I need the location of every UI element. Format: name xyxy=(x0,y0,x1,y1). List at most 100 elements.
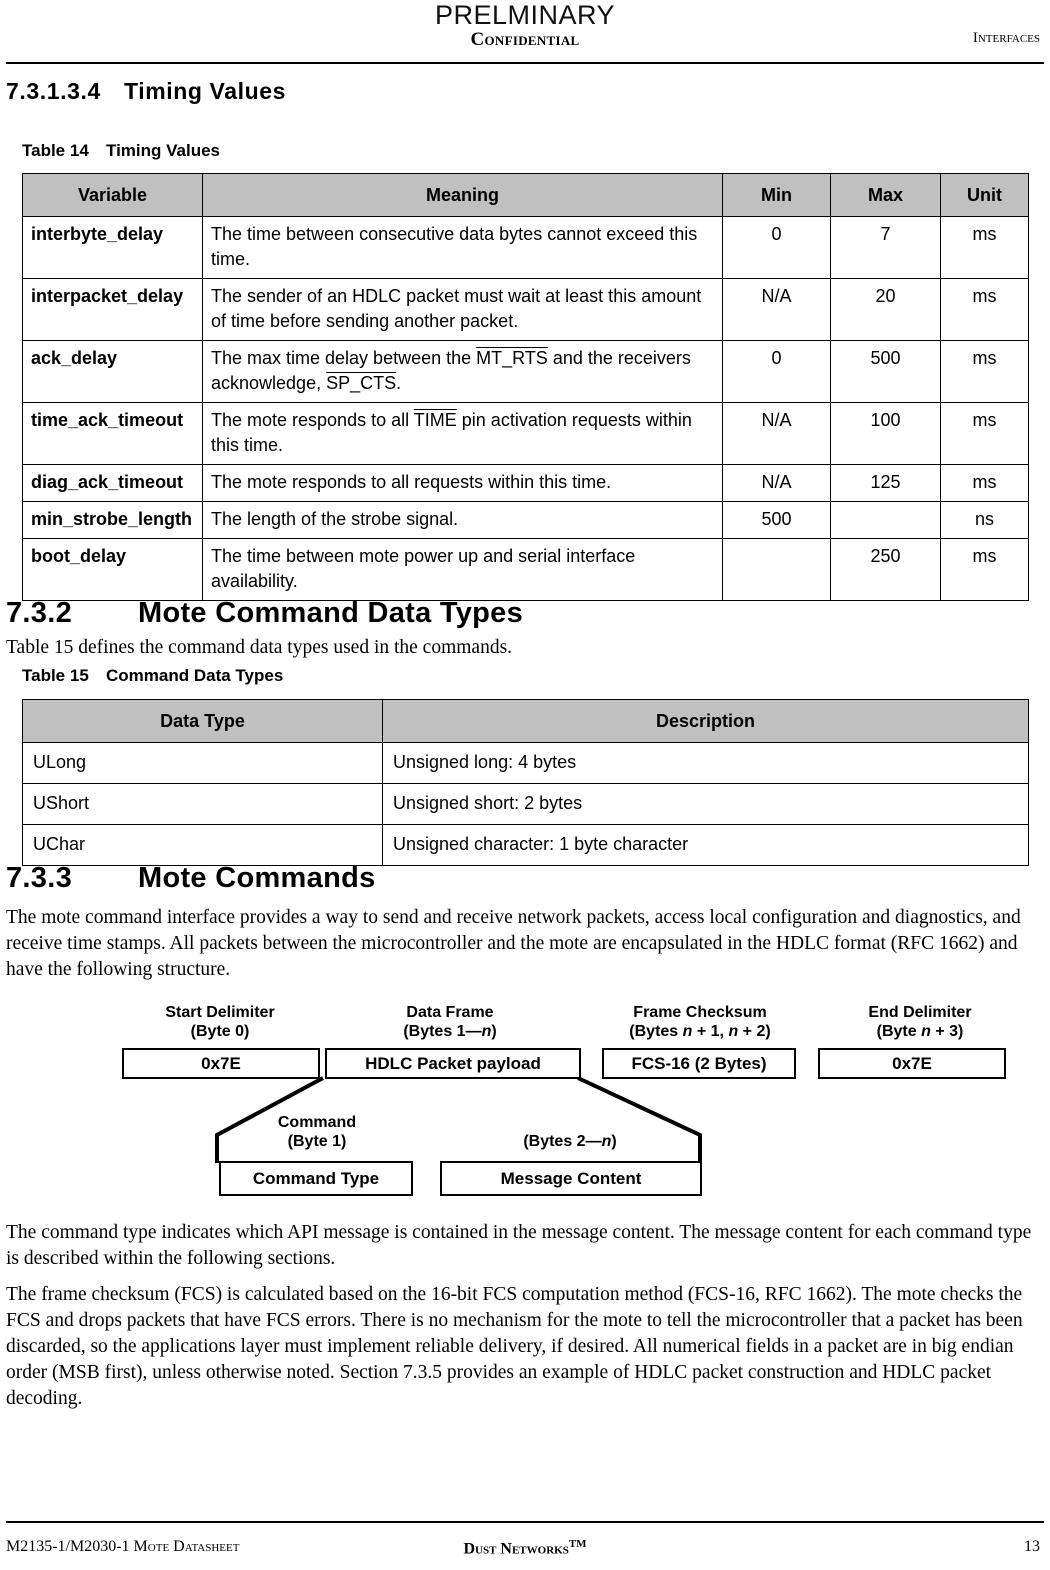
column-header-data-type: Data Type xyxy=(22,699,383,743)
cell-variable: diag_ack_timeout xyxy=(22,464,203,502)
heading-7-3-1-3-4: 7.3.1.3.4 Timing Values xyxy=(6,78,286,105)
field-label-text: End Delimiter xyxy=(868,1004,972,1021)
field-box-end-delimiter: 0x7E xyxy=(818,1048,1006,1079)
cell-variable: time_ack_timeout xyxy=(22,402,203,465)
cell-max: 100 xyxy=(830,402,941,465)
cell-min: N/A xyxy=(722,464,831,502)
cell-meaning: The mote responds to all TIME pin activa… xyxy=(202,402,723,465)
trademark-symbol: TM xyxy=(568,1538,587,1550)
table-command-data-types: Data Type Description ULong Unsigned lon… xyxy=(22,699,1029,866)
cell-max: 125 xyxy=(830,464,941,502)
table-header-row: Data Type Description xyxy=(22,699,1029,743)
field-label-frame-checksum: Frame Checksum (Bytes n + 1, n + 2) xyxy=(590,1003,810,1041)
table-row: UChar Unsigned character: 1 byte charact… xyxy=(22,824,1029,866)
cell-meaning: The time between consecutive data bytes … xyxy=(202,216,723,279)
field-label-data-frame: Data Frame (Bytes 1—n) xyxy=(330,1003,570,1041)
section-7-3-3-paragraph-2: The command type indicates which API mes… xyxy=(6,1222,1032,1269)
column-header-min: Min xyxy=(722,173,831,217)
field-label-text: Data Frame xyxy=(406,1004,494,1021)
meaning-text: The mote responds to all xyxy=(211,410,414,430)
heading-title: Mote Command Data Types xyxy=(138,597,524,629)
column-header-meaning: Meaning xyxy=(202,173,723,217)
field-range-text: (Byte n + 3) xyxy=(876,1023,964,1040)
cell-unit: ms xyxy=(940,402,1029,465)
field-label-text: Start Delimiter xyxy=(165,1004,275,1021)
table-14-caption: Table 14 Timing Values xyxy=(22,141,220,161)
hdlc-packet-structure-diagram: Start Delimiter (Byte 0) Data Frame (Byt… xyxy=(0,995,1050,1210)
table-row: min_strobe_length The length of the stro… xyxy=(22,501,1029,539)
subfield-range-text: (Byte 1) xyxy=(287,1133,347,1150)
cell-unit: ms xyxy=(940,464,1029,502)
cell-min: 0 xyxy=(722,216,831,279)
cell-variable: boot_delay xyxy=(22,538,203,601)
column-header-description: Description xyxy=(382,699,1029,743)
column-header-unit: Unit xyxy=(940,173,1029,217)
heading-number: 7.3.2 xyxy=(6,597,72,629)
field-label-start-delimiter: Start Delimiter (Byte 0) xyxy=(120,1003,320,1041)
signal-name-sp-cts: SP_CTS xyxy=(326,373,397,393)
signal-name-mt-rts: MT_RTS xyxy=(476,348,548,368)
field-box-frame-checksum: FCS-16 (2 Bytes) xyxy=(602,1048,796,1079)
table-row: ULong Unsigned long: 4 bytes xyxy=(22,742,1029,784)
table-row: UShort Unsigned short: 2 bytes xyxy=(22,783,1029,825)
field-box-data-frame: HDLC Packet payload xyxy=(325,1048,581,1079)
table-row: boot_delay The time between mote power u… xyxy=(22,538,1029,601)
cell-max: 500 xyxy=(830,340,941,403)
section-7-3-2-intro: Table 15 defines the command data types … xyxy=(6,637,513,658)
cell-meaning: The max time delay between the MT_RTS an… xyxy=(202,340,723,403)
cell-data-type: UChar xyxy=(22,824,383,866)
heading-7-3-3: 7.3.3 Mote Commands xyxy=(6,862,376,895)
column-header-variable: Variable xyxy=(22,173,203,217)
table-15-caption-number: Table 15 xyxy=(22,666,89,685)
running-head-section: Interfaces xyxy=(972,30,1040,46)
section-7-3-3-paragraph-3: The frame checksum (FCS) is calculated b… xyxy=(6,1284,1023,1409)
heading-title: Timing Values xyxy=(124,78,287,104)
cell-variable: interpacket_delay xyxy=(22,278,203,341)
heading-7-3-2: 7.3.2 Mote Command Data Types xyxy=(6,597,523,630)
cell-max: 7 xyxy=(830,216,941,279)
table-row: ack_delay The max time delay between the… xyxy=(22,340,1029,403)
subfield-box-command-type: Command Type xyxy=(219,1161,413,1196)
table-row: time_ack_timeout The mote responds to al… xyxy=(22,402,1029,465)
page-header: PRELMINARY Confidential Interfaces xyxy=(0,0,1050,62)
table-15-caption-title: Command Data Types xyxy=(106,666,284,685)
signal-name-time: TIME xyxy=(413,410,457,430)
cell-description: Unsigned long: 4 bytes xyxy=(382,742,1029,784)
section-7-3-3-paragraph-1: The mote command interface provides a wa… xyxy=(6,907,1021,980)
cell-data-type: UShort xyxy=(22,783,383,825)
cell-max xyxy=(830,501,941,539)
field-range-text: (Byte 0) xyxy=(190,1023,250,1040)
table-row: diag_ack_timeout The mote responds to al… xyxy=(22,464,1029,502)
preliminary-watermark: PRELMINARY xyxy=(434,0,616,30)
cell-data-type: ULong xyxy=(22,742,383,784)
cell-min: 500 xyxy=(722,501,831,539)
footer-page-number: 13 xyxy=(1024,1538,1040,1555)
cell-unit: ms xyxy=(940,278,1029,341)
subfield-range-text: (Bytes 2—n) xyxy=(523,1133,617,1150)
cell-variable: ack_delay xyxy=(22,340,203,403)
field-range-text: (Bytes n + 1, n + 2) xyxy=(629,1023,771,1040)
cell-meaning: The sender of an HDLC packet must wait a… xyxy=(202,278,723,341)
cell-unit: ms xyxy=(940,216,1029,279)
cell-unit: ns xyxy=(940,501,1029,539)
cell-meaning: The time between mote power up and seria… xyxy=(202,538,723,601)
table-14-caption-number: Table 14 xyxy=(22,141,89,160)
table-row: interpacket_delay The sender of an HDLC … xyxy=(22,278,1029,341)
field-range-text: (Bytes 1—n) xyxy=(403,1023,497,1040)
cell-min: N/A xyxy=(722,278,831,341)
heading-number: 7.3.3 xyxy=(6,862,72,894)
cell-description: Unsigned short: 2 bytes xyxy=(382,783,1029,825)
table-row: interbyte_delay The time between consecu… xyxy=(22,216,1029,279)
cell-min: 0 xyxy=(722,340,831,403)
cell-min xyxy=(722,538,831,601)
meaning-text: The max time delay between the xyxy=(211,348,477,368)
field-box-start-delimiter: 0x7E xyxy=(122,1048,320,1079)
field-label-text: Frame Checksum xyxy=(633,1004,767,1021)
column-header-max: Max xyxy=(830,173,941,217)
heading-number: 7.3.1.3.4 xyxy=(6,78,101,104)
meaning-text: . xyxy=(396,373,402,393)
cell-variable: min_strobe_length xyxy=(22,501,203,539)
cell-variable: interbyte_delay xyxy=(22,216,203,279)
table-header-row: Variable Meaning Min Max Unit xyxy=(22,173,1029,217)
subfield-label-text: Command xyxy=(277,1114,357,1131)
